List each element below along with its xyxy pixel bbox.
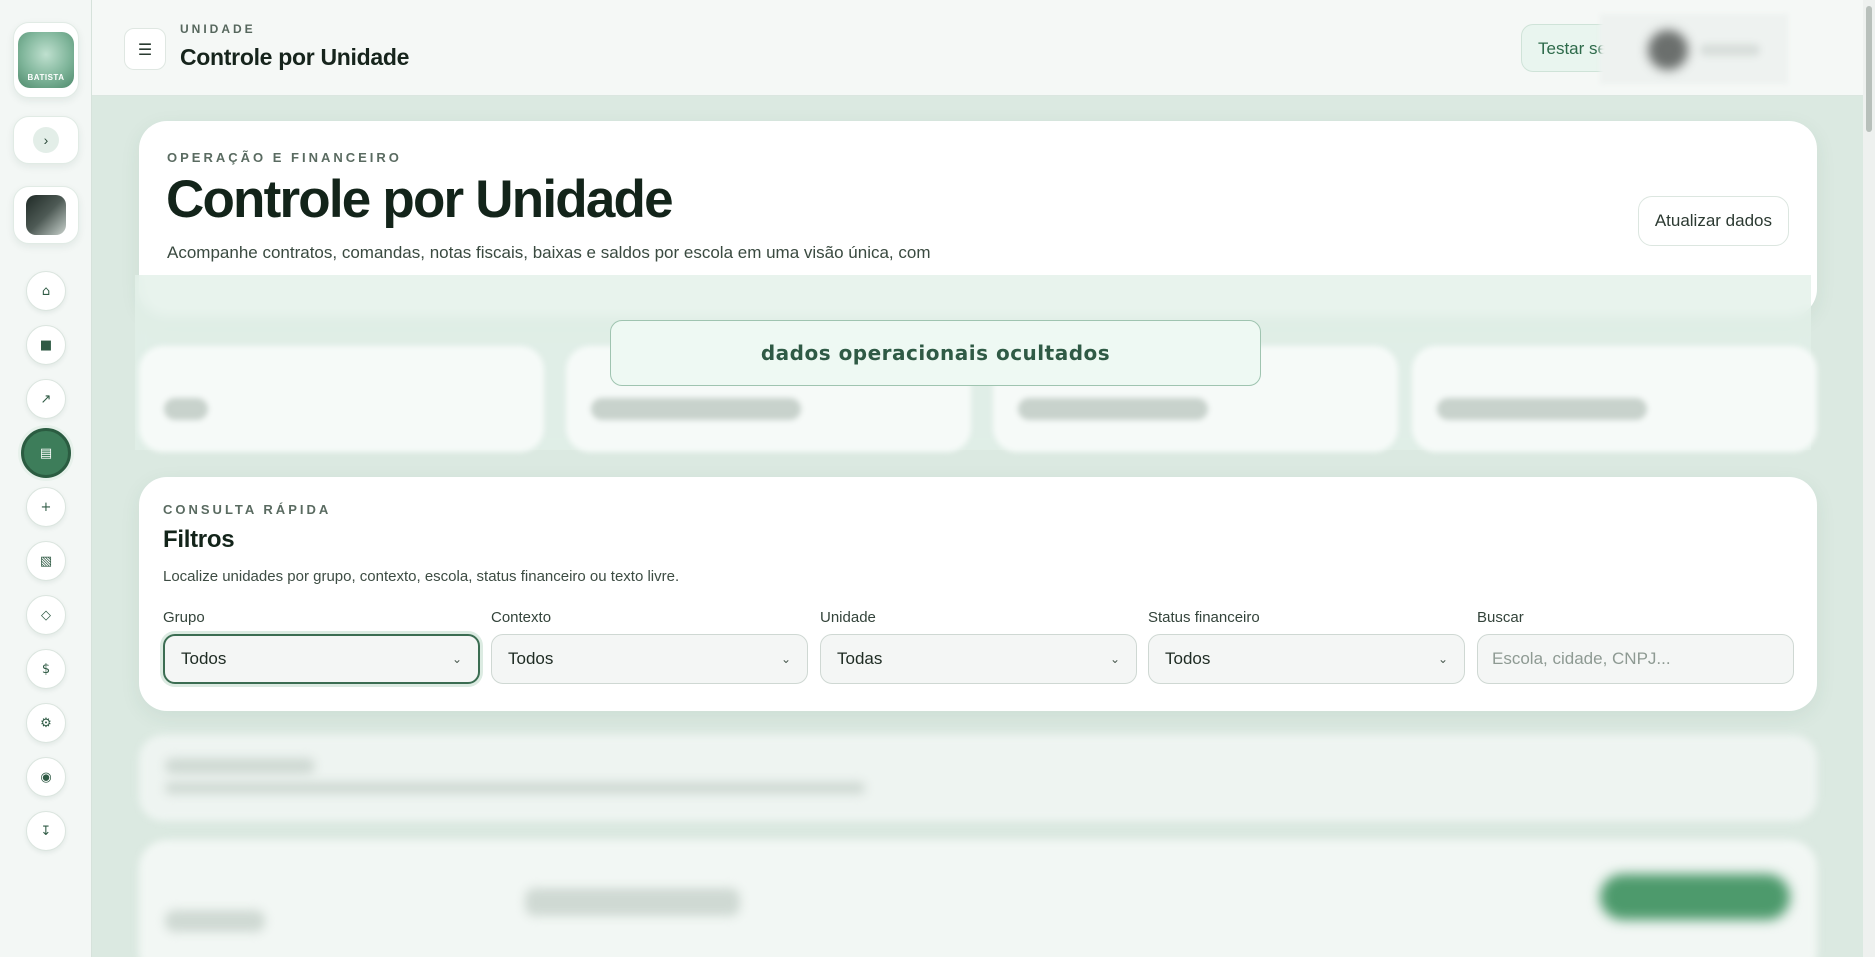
stat-card-blurred [1412,346,1817,452]
context-filter: Contexto Todos ⌄ [491,609,808,684]
sidebar-item-export[interactable]: ↧ [26,811,66,851]
brand-logo-text: BATISTA [27,73,65,82]
group-select[interactable]: Todos ⌄ [163,634,480,684]
context-select-value: Todos [508,649,554,668]
sidebar-item-dashboard[interactable]: ■ [26,325,66,365]
sidebar-item-add[interactable]: + [26,487,66,527]
sidebar-expand-button[interactable]: › [13,116,79,164]
chevron-down-icon: ⌄ [451,652,462,666]
user-menu-blurred[interactable] [1600,14,1788,84]
sidebar-item-settings[interactable]: ⚙ [26,703,66,743]
blurred-text [165,782,865,794]
blurred-section-header [139,735,1817,821]
filters-title: Filtros [163,526,235,553]
user-avatar-blurred [1648,30,1688,70]
blurred-text [165,910,265,932]
arrow-up-right-icon: ↗ [40,391,52,407]
context-filter-label: Contexto [491,609,552,626]
sidebar-item-goals[interactable]: ◉ [26,757,66,797]
home-icon: ⌂ [41,283,51,299]
hamburger-menu-icon: ☰ [137,39,153,59]
plus-icon: + [40,499,52,515]
financial-status-select-value: Todos [1165,649,1211,668]
sidebar-item-finance[interactable]: $ [26,649,66,689]
hero-eyebrow: OPERAÇÃO E FINANCEIRO [167,150,402,165]
group-filter: Grupo Todos ⌄ [163,609,480,684]
sidebar-item-integrations[interactable]: ◇ [26,595,66,635]
chevron-right-icon: › [33,127,59,153]
refresh-data-button[interactable]: Atualizar dados [1637,196,1789,246]
group-filter-label: Grupo [163,609,205,626]
hidden-data-notice: dados operacionais ocultados [610,320,1261,386]
search-filter: Buscar [1477,609,1794,684]
search-input[interactable] [1477,634,1794,684]
unit-select[interactable]: Todas ⌄ [820,634,1137,684]
table-icon: ▧ [39,553,53,569]
blurred-text [165,758,315,774]
page-scrollbar[interactable] [1863,0,1875,957]
page-section-label: UNIDADE [180,22,256,36]
filters-description: Localize unidades por grupo, contexto, e… [163,568,680,585]
group-select-value: Todos [181,649,227,668]
sidebar: BATISTA › ⌂ ■ ↗ ▤ + ▧ ◇ $ ⚙ ◉ ↧ [0,0,92,957]
grid-icon: ■ [39,337,53,353]
sidebar-item-home[interactable]: ⌂ [26,271,66,311]
dollar-icon: $ [41,661,51,677]
filters-eyebrow: CONSULTA RÁPIDA [163,502,332,517]
brand-logo: BATISTA [18,32,74,88]
blurred-text [525,888,740,916]
user-name-blurred [1700,44,1760,56]
unit-filter-label: Unidade [820,609,876,626]
brand-logo-card[interactable]: BATISTA [13,22,79,98]
financial-status-select[interactable]: Todos ⌄ [1148,634,1465,684]
chevron-down-icon: ⌄ [1437,652,1448,666]
test-button[interactable]: Testar se [1521,24,1611,72]
financial-status-filter: Status financeiro Todos ⌄ [1148,609,1465,684]
blurred-action-button[interactable] [1600,874,1790,920]
document-icon: ▤ [39,445,53,461]
top-bar: ☰ UNIDADE Controle por Unidade Testar se [92,0,1875,96]
context-select[interactable]: Todos ⌄ [491,634,808,684]
chevron-down-icon: ⌄ [780,652,791,666]
search-filter-label: Buscar [1477,609,1524,626]
blurred-unit-list [139,840,1817,957]
unit-select-value: Todas [837,649,883,668]
sidebar-item-trends[interactable]: ↗ [26,379,66,419]
gear-icon: ⚙ [40,715,52,731]
diamond-icon: ◇ [41,607,51,623]
sidebar-item-reports[interactable]: ▧ [26,541,66,581]
financial-status-filter-label: Status financeiro [1148,609,1260,626]
sidebar-item-unit-control[interactable]: ▤ [21,428,71,478]
hero-description: Acompanhe contratos, comandas, notas fis… [167,243,931,262]
menu-button[interactable]: ☰ [124,28,166,70]
hero-title: Controle por Unidade [166,170,674,229]
filters-card: CONSULTA RÁPIDA Filtros Localize unidade… [139,477,1817,711]
chevron-down-icon: ⌄ [1109,652,1120,666]
target-icon: ◉ [40,769,52,785]
page-title: Controle por Unidade [180,44,410,70]
stat-card-blurred [139,346,544,452]
unit-filter: Unidade Todas ⌄ [820,609,1137,684]
user-avatar-card[interactable] [13,186,79,244]
avatar [26,195,66,235]
scrollbar-thumb[interactable] [1866,6,1872,132]
download-icon: ↧ [40,823,52,839]
